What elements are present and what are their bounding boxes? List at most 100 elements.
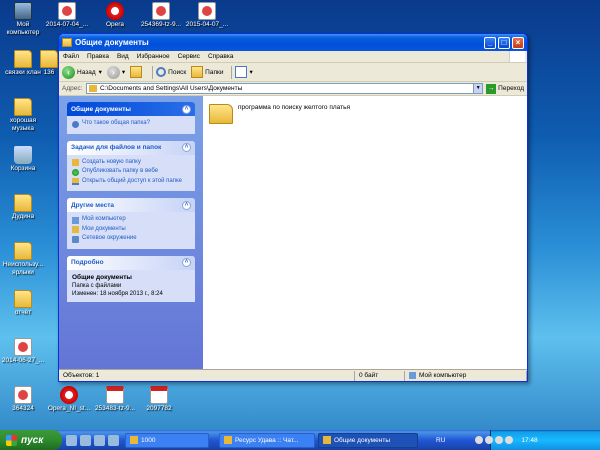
detail-modified: Изменен: 18 ноября 2013 г., 8:24 [72,290,163,297]
link-new-folder[interactable]: Создать новую папку [72,159,190,166]
desktop-icon-image[interactable]: 254369-tz-9... [138,2,184,29]
desktop-icon-image[interactable]: 2014-07-04_... [44,2,90,29]
desktop-icon-folder[interactable]: хорошая музыка [0,98,46,133]
panel-header[interactable]: Задачи для файлов и папок ˄ [67,140,195,155]
desktop-icon-pdf[interactable]: 253483-tz-9... [92,386,138,413]
link-my-computer[interactable]: Мой компьютер [72,216,190,224]
collapse-chevron-icon[interactable]: ˄ [182,104,191,114]
go-button[interactable]: → Переход [486,83,524,94]
menu-favorites[interactable]: Избранное [137,53,170,60]
app-icon [130,436,138,444]
computer-icon [14,2,32,20]
desktop-icon-opera[interactable]: Opera_NI_st... [46,386,92,413]
desktop-icon-image[interactable]: 364324 [0,386,46,413]
back-button[interactable]: ‹ Назад ▾ [62,65,102,79]
chevron-down-icon: ▾ [121,69,126,76]
taskbar-task-active[interactable]: Общие документы [318,432,418,448]
menu-view[interactable]: Вид [117,53,129,60]
chevron-down-icon: ▾ [249,69,253,76]
tray-icon[interactable] [475,436,484,444]
quick-launch-icon[interactable] [80,434,91,446]
link-publish-web[interactable]: Опубликовать папку в вебе [72,168,190,176]
folder-icon [89,85,97,92]
desktop-icon-pdf[interactable]: 2097782 [136,386,182,413]
desktop-icon-recycle-bin[interactable]: Корзина [0,146,46,173]
collapse-chevron-icon[interactable]: ˄ [182,258,191,267]
quick-launch-icon[interactable] [108,434,119,446]
pdf-file-icon [106,386,124,404]
image-file-icon [14,338,32,356]
toolbar-divider [231,65,233,79]
taskbar-task[interactable]: Ресурс Удава :: Чат... [219,432,315,448]
menu-tools[interactable]: Сервис [178,53,200,60]
folders-button[interactable]: Папки [191,66,223,78]
chevron-down-icon: ▾ [98,69,102,76]
opera-icon [224,436,232,444]
collapse-chevron-icon[interactable]: ˄ [182,200,191,210]
title-bar[interactable]: Общие документы _ □ × [59,34,527,51]
desktop-icon-folder[interactable]: Неиспользу... ярлыки [0,242,46,277]
language-indicator[interactable]: RU [436,437,445,444]
menu-file[interactable]: Файл [63,53,79,60]
file-list[interactable]: программа по поиску желтого платья [203,96,527,369]
desktop-icon-image[interactable]: 2015-04-07_... [184,2,230,29]
close-button[interactable]: × [512,36,524,49]
opera-icon [106,2,124,20]
windows-logo-icon [509,51,525,62]
maximize-button[interactable]: □ [498,36,510,49]
collapse-chevron-icon[interactable]: ˄ [182,143,191,152]
address-input[interactable]: C:\Documents and Settings\All Users\Доку… [86,83,484,94]
desktop-icon-folder[interactable]: 136 [38,50,60,77]
file-item[interactable]: программа по поиску желтого платья [209,104,379,124]
desktop-icon-opera[interactable]: Opera [92,2,138,29]
windows-flag-icon [6,434,17,446]
status-bar: Объектов: 1 0 байт Мой компьютер [59,369,527,381]
computer-icon [72,216,79,224]
panel-header[interactable]: Подробно ˄ [67,255,195,270]
recycle-bin-icon [14,146,32,164]
minimize-button[interactable]: _ [484,36,496,49]
tray-icon[interactable] [495,436,504,444]
panel-file-tasks: Задачи для файлов и папок ˄ Создать новую… [67,140,195,191]
link-share-folder[interactable]: Открыть общий доступ к этой папке [72,178,190,185]
search-icon [156,67,167,77]
clock[interactable]: 17:48 [521,437,537,444]
menu-help[interactable]: Справка [208,53,234,60]
folders-icon [191,66,204,78]
forward-button[interactable]: › ▾ [106,65,126,79]
address-value: C:\Documents and Settings\All Users\Доку… [100,85,243,92]
start-button[interactable]: пуск [0,430,62,450]
desktop-icon-folder[interactable]: отчёт [0,290,46,317]
image-file-icon [14,386,32,404]
quick-launch-icon[interactable] [94,434,105,446]
address-dropdown-button[interactable]: ▼ [473,84,483,93]
up-button[interactable] [130,66,144,78]
link-my-documents[interactable]: Мои документы [72,226,190,233]
documents-icon [72,226,79,233]
folder-icon [14,98,32,116]
tray-icon[interactable] [505,436,514,444]
share-icon [72,178,79,185]
image-file-icon [198,2,216,20]
views-button[interactable]: ▾ [235,66,253,78]
link-what-is-shared-folder[interactable]: Что такое общая папка? [72,120,190,128]
panel-header[interactable]: Общие документы ˄ [67,102,195,116]
forward-arrow-icon: › [106,65,120,79]
tray-icon[interactable] [485,436,494,444]
folder-icon [209,104,233,124]
task-pane: Общие документы ˄ Что такое общая папка? … [59,96,203,369]
link-network[interactable]: Сетевое окружение [72,235,190,243]
detail-title: Общие документы [72,273,132,281]
desktop-icon-my-computer[interactable]: Мой компьютер [0,2,46,37]
menu-edit[interactable]: Правка [87,53,109,60]
desktop-icon-image[interactable]: 2014-06-27_... [0,338,46,365]
system-tray: RU 17:48 [436,430,600,450]
quick-launch-icon[interactable] [66,434,77,446]
desktop-icon-folder[interactable]: Дудина [0,194,46,221]
search-button[interactable]: Поиск [156,67,186,77]
help-icon [72,120,79,128]
status-location: Мой компьютер [405,370,527,381]
taskbar: пуск 1000 Ресурс Удава :: Чат... Общие д… [0,430,600,450]
panel-header[interactable]: Другие места ˄ [67,198,195,212]
taskbar-task[interactable]: 1000 [125,432,209,448]
